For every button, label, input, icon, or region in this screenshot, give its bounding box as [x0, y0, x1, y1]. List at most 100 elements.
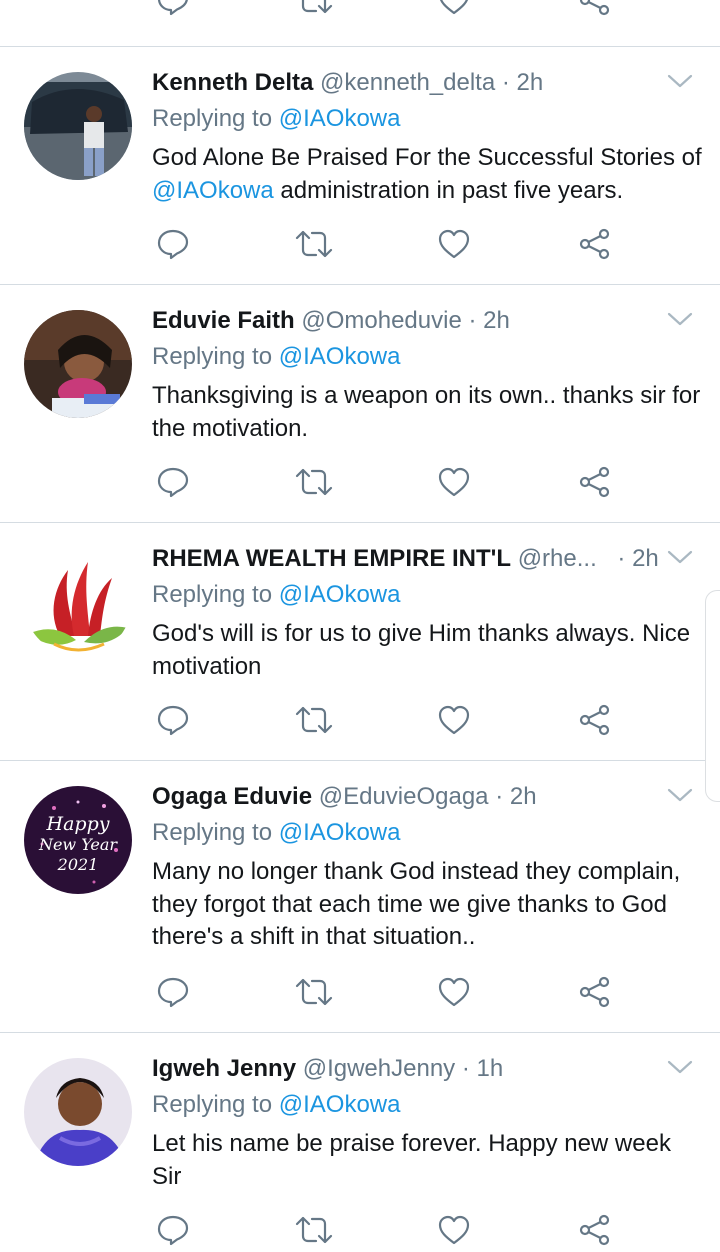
tweet-actions — [0, 698, 720, 742]
retweet-icon — [295, 230, 333, 258]
avatar[interactable] — [24, 1058, 132, 1166]
handle[interactable]: @rhe... — [518, 545, 597, 572]
handle[interactable]: @IgwehJenny — [303, 1055, 455, 1082]
retweet-button[interactable] — [292, 460, 336, 504]
mention-link[interactable]: @IAOkowa — [279, 581, 401, 608]
replying-to: Replying to @IAOkowa — [152, 342, 400, 372]
tweet-actions — [0, 970, 720, 1014]
retweet-button[interactable] — [292, 970, 336, 1014]
mention-link[interactable]: @IAOkowa — [279, 343, 401, 370]
heart-icon — [439, 0, 469, 15]
chevron-down-icon[interactable] — [666, 71, 694, 91]
tweet[interactable]: Happy New Year 2021 Ogaga Eduvie @Eduvie… — [0, 761, 720, 1032]
retweet-icon — [295, 978, 333, 1006]
handle[interactable]: @Omoheduvie — [301, 307, 461, 334]
retweet-button[interactable] — [292, 1208, 336, 1252]
display-name[interactable]: Ogaga Eduvie — [152, 783, 312, 810]
tweet[interactable]: Igweh Jenny @IgwehJenny · 1h Replying to… — [0, 1033, 720, 1246]
tweet[interactable]: Eduvie Faith @Omoheduvie · 2h Replying t… — [0, 285, 720, 522]
handle[interactable]: @EduvieOgaga — [319, 783, 489, 810]
share-icon — [579, 228, 610, 260]
reply-button[interactable] — [151, 0, 195, 22]
retweet-icon — [295, 468, 333, 496]
replying-to-label: Replying to — [152, 105, 273, 132]
display-name[interactable]: Igweh Jenny — [152, 1055, 296, 1082]
share-button[interactable] — [573, 222, 617, 266]
mention-link[interactable]: @IAOkowa — [279, 1091, 401, 1118]
display-name[interactable]: Eduvie Faith — [152, 307, 295, 334]
share-button[interactable] — [573, 460, 617, 504]
timestamp: · 2h — [495, 783, 537, 810]
display-name[interactable]: Kenneth Delta — [152, 69, 313, 96]
avatar[interactable] — [24, 548, 132, 656]
chevron-down-icon[interactable] — [666, 547, 694, 567]
tweet[interactable]: RHEMA WEALTH EMPIRE INT'L @rhe... · 2h R… — [0, 523, 720, 760]
heart-icon — [438, 1215, 470, 1245]
like-button[interactable] — [432, 460, 476, 504]
logo-icon — [24, 548, 132, 656]
timestamp: · 2h — [468, 307, 510, 334]
retweet-button[interactable] — [292, 222, 336, 266]
heart-icon — [438, 977, 470, 1007]
chevron-down-icon[interactable] — [666, 785, 694, 805]
tweet-text-part: God Alone Be Praised For the Successful … — [152, 144, 702, 171]
timestamp: · 2h — [617, 545, 659, 572]
mention-link[interactable]: @IAOkowa — [279, 819, 401, 846]
reply-icon — [157, 0, 188, 16]
mention-link[interactable]: @IAOkowa — [152, 177, 274, 204]
tweet-text: God Alone Be Praised For the Successful … — [152, 142, 702, 207]
like-button[interactable] — [432, 1208, 476, 1252]
share-button[interactable] — [573, 1208, 617, 1252]
tweet-actions — [0, 460, 720, 504]
retweet-button[interactable] — [292, 698, 336, 742]
replying-to: Replying to @IAOkowa — [152, 104, 400, 134]
share-icon — [579, 704, 610, 736]
replying-to-label: Replying to — [152, 819, 273, 846]
timestamp: · 1h — [461, 1055, 504, 1082]
replying-to: Replying to @IAOkowa — [152, 1090, 400, 1120]
tweet[interactable]: Kenneth Delta @kenneth_delta · 2h Replyi… — [0, 47, 720, 284]
chevron-down-icon[interactable] — [666, 309, 694, 329]
avatar[interactable] — [24, 72, 132, 180]
like-button[interactable] — [432, 222, 476, 266]
share-button[interactable] — [573, 970, 617, 1014]
mention-link[interactable]: @IAOkowa — [279, 105, 401, 132]
retweet-icon — [301, 0, 333, 14]
avatar[interactable]: Happy New Year 2021 — [24, 786, 132, 894]
heart-icon — [438, 705, 470, 735]
reply-button[interactable] — [151, 698, 195, 742]
reply-icon — [157, 1215, 189, 1246]
handle[interactable]: @kenneth_delta — [320, 69, 495, 96]
avatar-text: New Year — [38, 835, 118, 854]
tweet-actions — [0, 0, 720, 22]
tweet-header: RHEMA WEALTH EMPIRE INT'L @rhe... · 2h — [152, 544, 660, 574]
avatar[interactable] — [24, 310, 132, 418]
like-button[interactable] — [432, 0, 476, 22]
retweet-icon — [295, 706, 333, 734]
reply-button[interactable] — [151, 222, 195, 266]
tweet-text: Thanksgiving is a weapon on its own.. th… — [152, 382, 701, 442]
chevron-down-icon[interactable] — [666, 1057, 694, 1077]
reply-button[interactable] — [151, 1208, 195, 1252]
reply-button[interactable] — [151, 460, 195, 504]
reply-icon — [157, 229, 189, 260]
share-button[interactable] — [573, 698, 617, 742]
tweet-text: Many no longer thank God instead they co… — [152, 858, 681, 950]
avatar-text: Happy — [46, 813, 110, 835]
share-button[interactable] — [573, 0, 617, 22]
replying-to-label: Replying to — [152, 1091, 273, 1118]
like-button[interactable] — [432, 698, 476, 742]
tweet-header: Igweh Jenny @IgwehJenny · 1h — [152, 1054, 660, 1084]
replying-to-label: Replying to — [152, 343, 273, 370]
reply-button[interactable] — [151, 970, 195, 1014]
display-name[interactable]: RHEMA WEALTH EMPIRE INT'L — [152, 545, 511, 572]
retweet-button[interactable] — [292, 0, 336, 22]
tweet-text: God's will is for us to give Him thanks … — [152, 620, 691, 680]
tweet-header: Eduvie Faith @Omoheduvie · 2h — [152, 306, 660, 336]
reply-icon — [157, 977, 189, 1008]
avatar-text: 2021 — [57, 855, 99, 874]
like-button[interactable] — [432, 970, 476, 1014]
edge-panel-handle[interactable] — [705, 590, 720, 802]
share-icon — [579, 1214, 610, 1246]
tweet-text: Let his name be praise forever. Happy ne… — [152, 1130, 671, 1190]
